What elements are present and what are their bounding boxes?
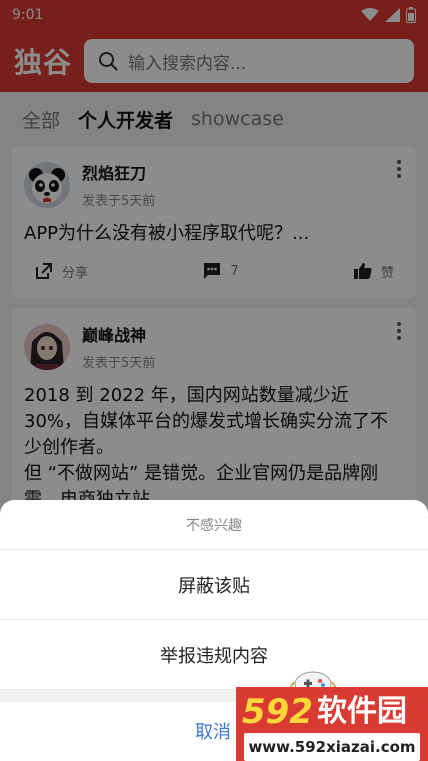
block-post-button[interactable]: 屏蔽该贴	[0, 550, 428, 620]
watermark-url: www.592xiazai.com	[244, 733, 420, 761]
watermark-name: 软件园	[316, 694, 407, 729]
watermark-logo: 592 软件园 www.592xiazai.com	[236, 687, 428, 761]
watermark-number: 592	[242, 692, 313, 732]
sheet-title: 不感兴趣	[0, 500, 428, 550]
report-content-button[interactable]: 举报违规内容	[0, 620, 428, 690]
